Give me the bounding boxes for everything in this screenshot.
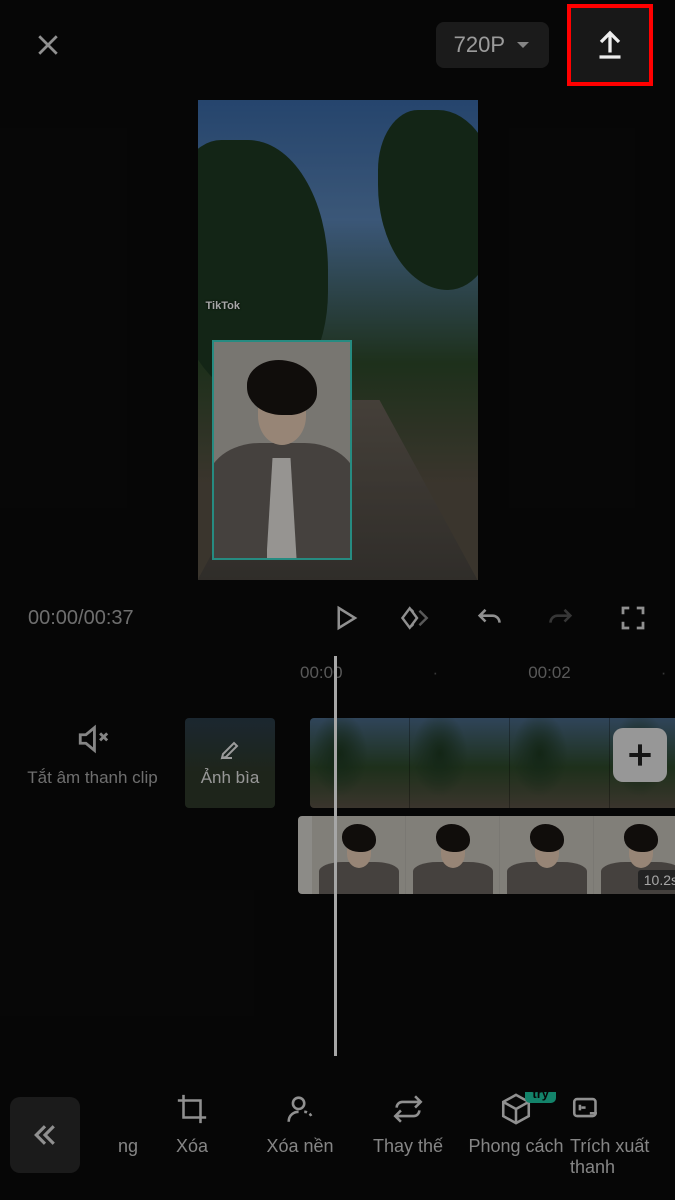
close-button[interactable]: [30, 27, 66, 63]
resolution-selector[interactable]: 720P: [436, 22, 549, 68]
person-remove-icon: [283, 1092, 317, 1126]
time-display: 00:00/00:37: [28, 607, 134, 630]
play-button[interactable]: [325, 598, 365, 638]
resolution-label: 720P: [454, 32, 505, 58]
redo-button[interactable]: [541, 598, 581, 638]
ruler-dot: ·: [433, 663, 439, 683]
plus-icon: [624, 739, 656, 771]
tool-label: Xóa: [176, 1136, 208, 1157]
undo-icon: [473, 604, 505, 632]
export-button[interactable]: [567, 4, 653, 86]
toolbar-item-partial[interactable]: ng: [98, 1092, 138, 1178]
toolbar-item-extract-audio[interactable]: Trích xuất thanh: [570, 1092, 660, 1178]
keyframe-icon: [400, 603, 434, 633]
cover-label: Ảnh bìa: [201, 768, 260, 788]
ruler-dot: ·: [661, 663, 667, 683]
cover-thumbnail[interactable]: Ảnh bìa: [185, 718, 275, 808]
fullscreen-button[interactable]: [613, 598, 653, 638]
timeline[interactable]: 00:00 · 00:02 · Tắt âm thanh clip Ảnh bì…: [0, 656, 675, 1056]
overlay-image-selected[interactable]: [212, 340, 352, 560]
speaker-off-icon: [74, 722, 112, 756]
timeline-ruler: 00:00 · 00:02 ·: [0, 656, 675, 690]
mute-clip-label: Tắt âm thanh clip: [27, 767, 157, 789]
chevrons-left-icon: [30, 1120, 60, 1150]
add-clip-button[interactable]: [613, 728, 667, 782]
tiktok-watermark: TikTok: [206, 300, 240, 312]
mute-clip-button[interactable]: [74, 722, 112, 761]
ruler-mark: 00:02: [528, 663, 571, 683]
clip-duration-badge: 10.2s: [638, 870, 675, 890]
playhead[interactable]: [334, 656, 337, 1056]
video-preview[interactable]: TikTok: [198, 100, 478, 580]
tool-label: Trích xuất thanh: [570, 1136, 660, 1178]
toolbar-item-remove-bg[interactable]: Xóa nền: [246, 1092, 354, 1178]
chevron-down-icon: [515, 39, 531, 51]
try-badge: try: [525, 1092, 556, 1103]
export-icon: [592, 27, 628, 63]
tool-label: Phong cách: [468, 1136, 563, 1157]
toolbar-back-button[interactable]: [10, 1097, 80, 1173]
repeat-icon: [391, 1092, 425, 1126]
toolbar-item-replace[interactable]: Thay thế: [354, 1092, 462, 1178]
toolbar-item-delete[interactable]: Xóa: [138, 1092, 246, 1178]
extract-audio-icon: [570, 1092, 604, 1126]
play-icon: [330, 603, 360, 633]
tool-label: ng: [118, 1136, 138, 1157]
crop-icon: [175, 1092, 209, 1126]
redo-icon: [545, 604, 577, 632]
overlay-track[interactable]: 10.2s: [298, 816, 675, 894]
edit-icon: [218, 738, 242, 762]
track-trim-handle[interactable]: [302, 845, 305, 865]
fullscreen-icon: [618, 603, 648, 633]
tool-label: Thay thế: [373, 1136, 443, 1157]
keyframe-button[interactable]: [397, 598, 437, 638]
tool-label: Xóa nền: [266, 1136, 333, 1157]
undo-button[interactable]: [469, 598, 509, 638]
toolbar-item-style[interactable]: try Phong cách: [462, 1092, 570, 1178]
